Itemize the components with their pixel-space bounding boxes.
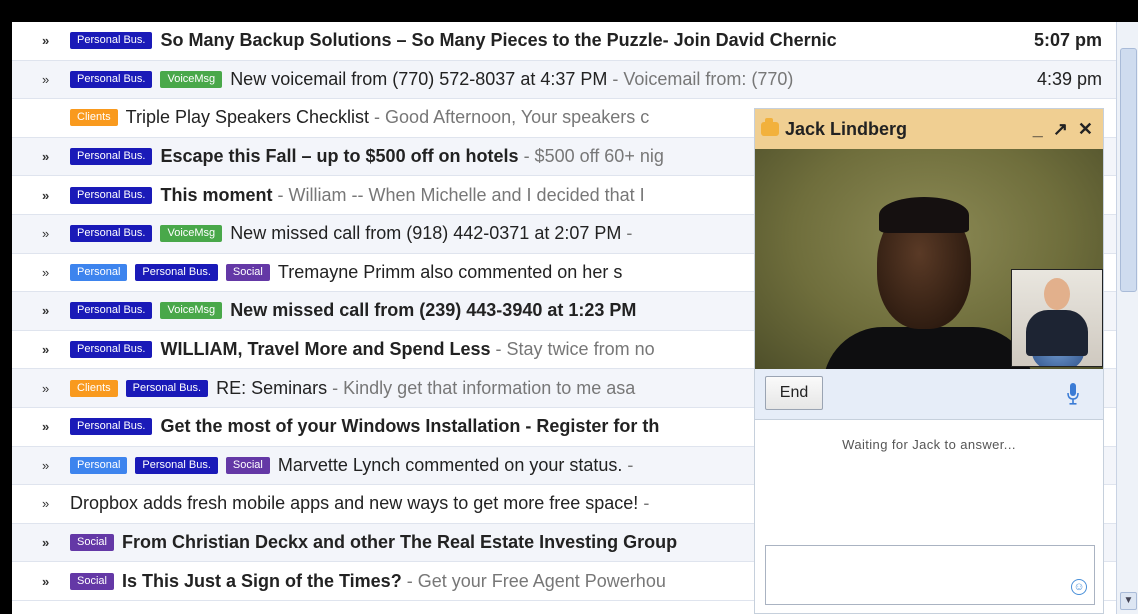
- chat-message-input[interactable]: [765, 545, 1095, 605]
- email-label[interactable]: Personal Bus.: [70, 148, 153, 166]
- email-label[interactable]: Personal Bus.: [70, 225, 153, 243]
- window-frame: » Personal Bus. So Many Backup Solutions –…: [12, 22, 1138, 614]
- email-subject: New missed call from (239) 443-3940 at 1…: [230, 300, 637, 321]
- remote-person-hair: [879, 197, 969, 233]
- email-subject: Escape this Fall – up to $500 off on hot…: [160, 146, 519, 167]
- microphone-icon[interactable]: [1067, 383, 1079, 405]
- email-label[interactable]: VoiceMsg: [160, 302, 223, 320]
- email-subject: Tremayne Primm also commented on her s: [277, 261, 623, 282]
- email-label[interactable]: Social: [70, 534, 114, 552]
- chat-header[interactable]: Jack Lindberg _ ↗ ✕: [755, 109, 1103, 149]
- self-person-face: [1044, 278, 1070, 310]
- importance-chevron-icon[interactable]: »: [12, 303, 70, 318]
- email-snippet: - William -- When Michelle and I decided…: [272, 184, 645, 205]
- email-time: 4:39 pm: [1036, 68, 1102, 89]
- email-subject: New voicemail from (770) 572-8037 at 4:3…: [230, 68, 608, 89]
- email-subject: Dropbox adds fresh mobile apps and new w…: [70, 493, 639, 514]
- importance-chevron-icon[interactable]: »: [12, 381, 70, 396]
- scrollbar[interactable]: ▼: [1116, 22, 1138, 614]
- importance-chevron-icon[interactable]: »: [12, 535, 70, 550]
- importance-chevron-icon[interactable]: »: [12, 149, 70, 164]
- email-label[interactable]: Personal Bus.: [70, 32, 153, 50]
- email-subject: Is This Just a Sign of the Times?: [121, 570, 402, 591]
- importance-chevron-icon[interactable]: »: [12, 72, 70, 87]
- email-subject: WILLIAM, Travel More and Spend Less: [160, 339, 491, 360]
- email-snippet: - Get your Free Agent Powerhou: [401, 570, 666, 591]
- email-subject: Get the most of your Windows Installatio…: [160, 416, 660, 437]
- email-label[interactable]: Clients: [70, 109, 118, 127]
- email-label[interactable]: Personal: [70, 456, 128, 474]
- email-subject: From Christian Deckx and other The Real …: [121, 532, 678, 553]
- email-row[interactable]: » Personal Bus. VoiceMsg New voicemail from…: [12, 60, 1116, 100]
- email-label[interactable]: Social: [225, 263, 270, 281]
- remote-video: [755, 149, 1103, 369]
- email-subject: Marvette Lynch commented on your status.: [277, 454, 623, 475]
- self-video-preview: [1011, 269, 1103, 367]
- smiley-icon[interactable]: ☺: [1071, 579, 1087, 595]
- importance-chevron-icon[interactable]: »: [12, 419, 70, 434]
- email-label[interactable]: Personal Bus.: [135, 456, 218, 474]
- email-row[interactable]: » Personal Bus. So Many Backup Solutions –…: [12, 22, 1116, 61]
- email-subject: RE: Seminars: [216, 377, 328, 398]
- close-button[interactable]: ✕: [1078, 119, 1093, 140]
- scrollbar-thumb[interactable]: [1120, 48, 1137, 292]
- email-label[interactable]: VoiceMsg: [160, 225, 223, 243]
- email-snippet: - Voicemail from: (770): [607, 68, 794, 89]
- email-snippet: -: [622, 454, 634, 475]
- email-time: 5:07 pm: [1033, 30, 1102, 51]
- remote-person-body: [823, 327, 1033, 369]
- email-subject: This moment: [160, 184, 273, 205]
- call-toolbar: End: [755, 369, 1103, 420]
- popout-button[interactable]: ↗: [1053, 119, 1068, 140]
- email-snippet: - Good Afternoon, Your speakers c: [369, 107, 650, 128]
- email-subject: So Many Backup Solutions – So Many Piece…: [160, 30, 837, 51]
- minimize-button[interactable]: _: [1033, 119, 1043, 140]
- email-label[interactable]: Personal Bus.: [70, 70, 153, 88]
- call-status: Waiting for Jack to answer...: [842, 437, 1016, 452]
- email-label[interactable]: Personal Bus.: [125, 379, 209, 397]
- contact-name: Jack Lindberg: [785, 118, 908, 139]
- importance-chevron-icon[interactable]: »: [12, 33, 70, 48]
- chevron-down-icon[interactable]: ▼: [1120, 592, 1137, 610]
- email-label[interactable]: Social: [225, 456, 270, 474]
- self-person-body: [1026, 310, 1088, 356]
- email-label[interactable]: VoiceMsg: [160, 70, 223, 88]
- video-chat-window: Jack Lindberg _ ↗ ✕ End Waiting for Jack…: [754, 108, 1104, 614]
- email-snippet: - Kindly get that information to me asa: [327, 377, 636, 398]
- email-subject: New missed call from (918) 442-0371 at 2…: [230, 223, 622, 244]
- email-label[interactable]: Personal Bus.: [70, 186, 153, 204]
- email-label[interactable]: Personal: [70, 263, 128, 281]
- importance-chevron-icon[interactable]: »: [12, 226, 70, 241]
- end-call-button[interactable]: End: [765, 376, 823, 410]
- email-content: So Many Backup Solutions – So Many Piece…: [160, 30, 1002, 51]
- email-snippet: - Stay twice from no: [490, 339, 655, 360]
- email-label[interactable]: Personal Bus.: [135, 263, 218, 281]
- importance-chevron-icon[interactable]: »: [12, 458, 70, 473]
- chat-bubble-icon: [761, 118, 779, 136]
- importance-chevron-icon[interactable]: »: [12, 188, 70, 203]
- email-label[interactable]: Social: [70, 572, 114, 590]
- email-label[interactable]: Personal Bus.: [70, 341, 153, 359]
- email-label[interactable]: Personal Bus.: [70, 418, 153, 436]
- importance-chevron-icon[interactable]: »: [12, 265, 70, 280]
- importance-chevron-icon[interactable]: »: [12, 574, 70, 589]
- email-content: New voicemail from (770) 572-8037 at 4:3…: [230, 69, 1002, 90]
- importance-chevron-icon[interactable]: »: [12, 342, 70, 357]
- email-label[interactable]: Clients: [70, 379, 118, 397]
- email-snippet: -: [638, 493, 650, 514]
- email-snippet: - $500 off 60+ nig: [518, 146, 664, 167]
- email-snippet: -: [621, 223, 633, 244]
- email-subject: Triple Play Speakers Checklist: [125, 107, 370, 128]
- importance-chevron-icon[interactable]: »: [12, 496, 70, 511]
- email-label[interactable]: Personal Bus.: [70, 302, 153, 320]
